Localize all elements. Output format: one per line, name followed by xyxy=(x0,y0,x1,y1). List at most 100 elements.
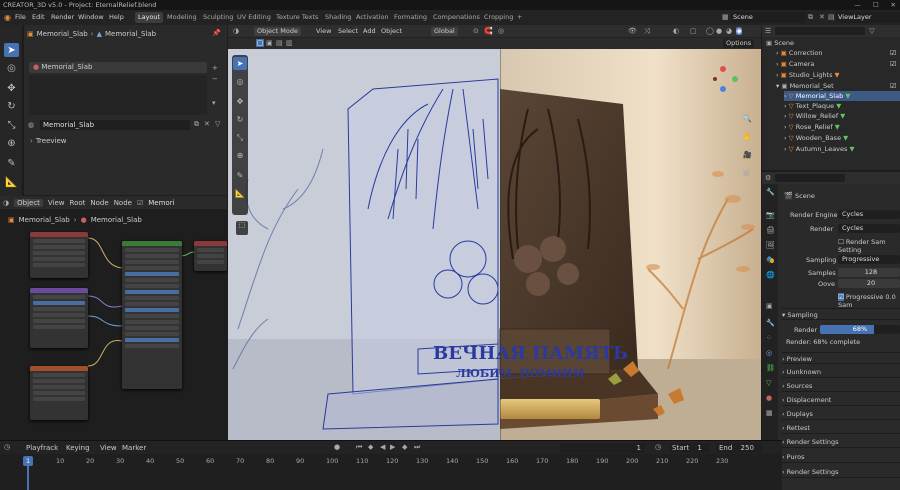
filter-icon[interactable]: ▽ xyxy=(215,120,220,128)
material-shading-icon[interactable]: ◕ xyxy=(726,27,732,35)
outliner-item-wooden-base[interactable]: › ▽ Wooden_Base ▼ xyxy=(784,133,900,143)
node-image-texture[interactable] xyxy=(30,288,88,348)
properties-type-icon[interactable]: ⚙ xyxy=(765,174,771,182)
tab-cropping[interactable]: Cropping xyxy=(481,12,516,23)
pivot-icon[interactable]: ⊙ xyxy=(473,27,479,35)
unlink-icon[interactable]: ✕ xyxy=(204,120,210,128)
measure-tool-icon[interactable]: 📐 xyxy=(4,175,19,189)
move-tool-icon[interactable]: ✥ xyxy=(4,81,19,95)
maximize-icon[interactable]: ☐ xyxy=(873,0,879,10)
outliner-item-willow-relief[interactable]: › ▽ Willow_Relief ▼ xyxy=(784,111,900,121)
add-workspace-button[interactable]: + xyxy=(514,12,525,23)
scene-selector[interactable]: Scene xyxy=(731,12,805,23)
clock-icon[interactable]: ◷ xyxy=(655,443,661,451)
zoom-icon[interactable]: 🔍 xyxy=(743,115,752,123)
outliner-search-input[interactable] xyxy=(775,27,866,35)
object-tab-icon[interactable]: ▣ xyxy=(766,302,773,310)
data-tab-icon[interactable]: ▽ xyxy=(766,379,771,387)
menu-edit[interactable]: Edit xyxy=(32,10,45,25)
chevron-down-icon[interactable]: ▾ xyxy=(212,99,216,107)
options-button[interactable]: Options xyxy=(723,39,755,48)
timeline-menu-keying[interactable]: Keying xyxy=(66,444,90,452)
cursor-tool-icon[interactable]: ◎ xyxy=(233,75,247,88)
oove-field[interactable]: 20 xyxy=(838,279,900,288)
filter-icon[interactable]: ▽ xyxy=(869,27,874,35)
breadcrumb-object[interactable]: Memorial_Slab xyxy=(37,30,88,38)
tab-activation[interactable]: Activation xyxy=(353,12,392,23)
name-field[interactable]: Memorial_Slab xyxy=(40,120,190,130)
render-engine-dropdown[interactable]: Cycles xyxy=(838,210,900,219)
section-render-settings-2[interactable]: › Render Settings xyxy=(782,466,900,478)
outliner-item-memorial-slab[interactable]: › ▽ Memorial_Slab ▼ xyxy=(784,91,900,101)
output-tab-icon[interactable]: 🖨 xyxy=(766,226,775,234)
render-tab-icon[interactable]: 📷 xyxy=(766,211,775,219)
current-frame-field[interactable]: 1 xyxy=(560,443,645,453)
constraints-tab-icon[interactable]: ⛓ xyxy=(766,364,775,372)
gizmo-icon[interactable]: ⤨ xyxy=(644,27,650,36)
visibility-checkbox[interactable]: ☑ xyxy=(890,49,896,57)
section-rettest[interactable]: › Rettest xyxy=(782,422,900,434)
menu-window[interactable]: Window xyxy=(78,10,104,25)
timeline-menu-view[interactable]: View xyxy=(100,444,117,452)
new-scene-icon[interactable]: ⧉ xyxy=(808,13,813,22)
app-logo-icon[interactable]: ◉ xyxy=(4,13,11,22)
sampling-section[interactable]: ▾ Sampling xyxy=(782,308,900,320)
wireframe-shading-icon[interactable]: ◯ xyxy=(706,27,714,35)
visibility-checkbox[interactable]: ☑ xyxy=(890,60,896,68)
scene-tab-icon[interactable]: 🎭 xyxy=(766,256,775,264)
menu-render[interactable]: Render xyxy=(51,10,74,25)
record-icon[interactable]: ● xyxy=(334,443,340,451)
section-displacement[interactable]: › Displacement xyxy=(782,394,900,406)
timeline-menu-marker[interactable]: Marker xyxy=(122,444,146,452)
rendered-shading-icon[interactable]: ◉ xyxy=(736,27,743,35)
physics-tab-icon[interactable]: ◎ xyxy=(766,349,772,357)
particles-tab-icon[interactable]: ⁘ xyxy=(766,334,772,342)
add-cube-icon[interactable]: ⬚ xyxy=(236,221,248,235)
outliner-item-correction[interactable]: › ▣ Correction xyxy=(776,48,900,58)
node-principled-bsdf[interactable] xyxy=(122,241,182,389)
camera-view-icon[interactable]: 🎥 xyxy=(743,151,752,159)
viewport-menu-add[interactable]: Add xyxy=(360,27,379,36)
end-frame-field[interactable]: End 250 xyxy=(716,443,762,453)
tab-sculpting[interactable]: Sculpting xyxy=(200,12,236,23)
transform-tool-icon[interactable]: ⊕ xyxy=(4,136,19,150)
rotate-tool-icon[interactable]: ↻ xyxy=(233,113,247,126)
timeline-ruler[interactable]: 1 10 20 30 40 50 60 70 80 90 100 110 120 130 140 150 160… xyxy=(0,454,900,490)
tool-tab-icon[interactable]: 🔧 xyxy=(766,188,775,196)
pan-icon[interactable]: ✋ xyxy=(743,133,752,141)
3d-viewport[interactable]: ◑ Object Mode View Select Add Object Glo… xyxy=(228,25,761,440)
play-icon[interactable]: ▶ xyxy=(390,443,395,451)
next-key-icon[interactable]: ◆ xyxy=(402,443,407,451)
proportional-icon[interactable]: ◎ xyxy=(498,27,504,35)
jump-start-icon[interactable]: ⏮ xyxy=(356,443,362,452)
node-texture-coordinate[interactable] xyxy=(30,232,88,278)
visibility-icon[interactable]: 👁 xyxy=(628,27,637,35)
rotate-tool-icon[interactable]: ↻ xyxy=(4,99,19,113)
solid-shading-icon[interactable]: ● xyxy=(716,27,722,35)
select-extend-icon[interactable]: ▣ xyxy=(266,39,273,47)
minimize-icon[interactable]: — xyxy=(854,0,861,10)
properties-search-input[interactable] xyxy=(775,174,846,182)
samples-field[interactable]: 128 xyxy=(838,268,900,277)
section-duplays[interactable]: › Duplays xyxy=(782,408,900,420)
tab-modeling[interactable]: Modeling xyxy=(164,12,200,23)
viewlayer-selector[interactable]: ViewLayer xyxy=(836,12,900,23)
remove-slot-icon[interactable]: − xyxy=(212,75,218,83)
tab-shading[interactable]: Shading xyxy=(322,12,354,23)
tab-texture-texts[interactable]: Texture Texts xyxy=(273,12,321,23)
viewport-menu-view[interactable]: View xyxy=(313,27,334,36)
viewport-menu-object[interactable]: Object xyxy=(378,27,405,36)
progressive-checkbox[interactable]: ☑ Progressive 0.0 Sam xyxy=(838,293,900,309)
editor-type-icon[interactable]: ◑ xyxy=(233,27,239,35)
tab-uv-editing[interactable]: UV Editing xyxy=(234,12,274,23)
treeview-section[interactable]: › Treeview xyxy=(30,137,67,145)
tab-compenations[interactable]: Compenations xyxy=(430,12,483,23)
cursor-tool-icon[interactable]: ◎ xyxy=(4,61,19,75)
section-render-settings[interactable]: › Render Settings xyxy=(782,436,900,448)
annotate-tool-icon[interactable]: ✎ xyxy=(4,156,19,170)
viewport-menu-select[interactable]: Select xyxy=(335,27,361,36)
menu-file[interactable]: File xyxy=(15,10,26,25)
scale-tool-icon[interactable]: ⤡ xyxy=(4,118,19,132)
tab-layout[interactable]: Layout xyxy=(135,12,164,23)
outliner-item-text-plaque[interactable]: › ▽ Text_Plaque ▼ xyxy=(784,101,900,111)
